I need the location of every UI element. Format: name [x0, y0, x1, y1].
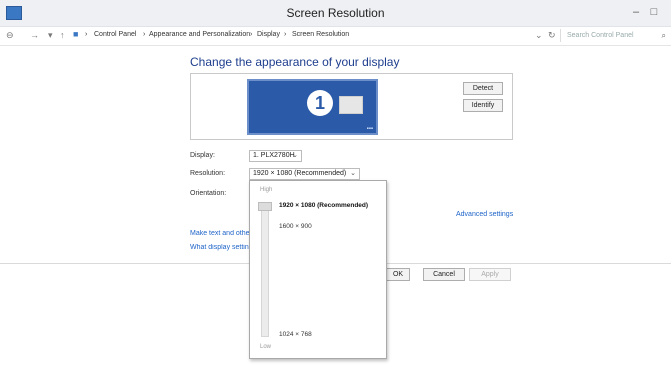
breadcrumb-separator: ›	[143, 31, 146, 38]
resolution-slider-track[interactable]	[261, 203, 269, 337]
breadcrumb-separator: ›	[85, 31, 88, 38]
breadcrumb-separator: ›	[250, 31, 253, 38]
chevron-down-icon[interactable]: ▾	[48, 30, 53, 41]
title-bar: Screen Resolution – □	[0, 0, 671, 27]
page-title: Change the appearance of your display	[190, 55, 400, 69]
breadcrumb-control-panel[interactable]: Control Panel	[94, 31, 136, 38]
monitor-1[interactable]: 1 ▪▪▪	[247, 79, 378, 135]
search-input[interactable]: Search Control Panel ⌕	[560, 29, 668, 42]
maximize-button[interactable]: □	[646, 4, 662, 20]
detect-button[interactable]: Detect	[463, 82, 503, 95]
identify-button[interactable]: Identify	[463, 99, 503, 112]
display-settings-link[interactable]: What display settin	[190, 244, 249, 251]
resolution-select[interactable]: 1920 × 1080 (Recommended) ⌄	[249, 168, 360, 180]
chevron-down-icon: ⌄	[350, 170, 356, 177]
control-panel-small-icon: ■	[73, 29, 79, 39]
high-label: High	[260, 187, 273, 193]
window-title: Screen Resolution	[286, 6, 385, 20]
resolution-option-1920[interactable]: 1920 × 1080 (Recommended)	[279, 202, 368, 209]
display-label: Display:	[190, 152, 215, 159]
cancel-button[interactable]: Cancel	[423, 268, 465, 281]
resolution-option-1600[interactable]: 1600 × 900	[279, 223, 312, 230]
breadcrumb-display[interactable]: Display	[257, 31, 280, 38]
back-icon[interactable]: ⊖	[6, 30, 14, 41]
resolution-option-1024[interactable]: 1024 × 768	[279, 331, 312, 338]
monitor-number: 1	[307, 90, 333, 116]
apply-button[interactable]: Apply	[469, 268, 511, 281]
resolution-value: 1920 × 1080 (Recommended)	[253, 170, 347, 177]
display-select[interactable]: 1. PLX2780H ⌄	[249, 150, 302, 162]
low-label: Low	[260, 344, 272, 350]
dropdown-arrow-icon[interactable]: ⌄	[535, 30, 543, 41]
resolution-dropdown: High 1920 × 1080 (Recommended) 1600 × 90…	[249, 180, 387, 359]
minimize-button[interactable]: –	[628, 4, 644, 20]
address-bar: ⊖ → ▾ ↑ ■ › Control Panel › Appearance a…	[0, 27, 671, 46]
breadcrumb-screen-resolution[interactable]: Screen Resolution	[292, 31, 349, 38]
chevron-down-icon: ⌄	[292, 152, 298, 159]
desktop-grid-icon	[339, 96, 363, 114]
resolution-slider-thumb[interactable]	[258, 202, 272, 211]
search-placeholder: Search Control Panel	[567, 32, 634, 39]
orientation-label: Orientation:	[190, 190, 227, 197]
ok-button[interactable]: OK	[386, 268, 410, 281]
display-value: 1. PLX2780H	[253, 152, 295, 159]
search-icon[interactable]: ⌕	[662, 29, 666, 42]
advanced-settings-link[interactable]: Advanced settings	[456, 211, 513, 218]
breadcrumb-separator: ›	[284, 31, 287, 38]
breadcrumb-appearance[interactable]: Appearance and Personalization	[149, 31, 250, 38]
display-preview: 1 ▪▪▪ Detect Identify	[190, 73, 513, 140]
resolution-label: Resolution:	[190, 170, 226, 177]
refresh-icon[interactable]: ↻	[548, 30, 556, 41]
forward-icon[interactable]: →	[30, 30, 39, 40]
up-arrow-icon[interactable]: ↑	[60, 30, 65, 40]
make-text-link[interactable]: Make text and other	[190, 230, 249, 237]
monitor-dots-icon: ▪▪▪	[366, 126, 373, 132]
